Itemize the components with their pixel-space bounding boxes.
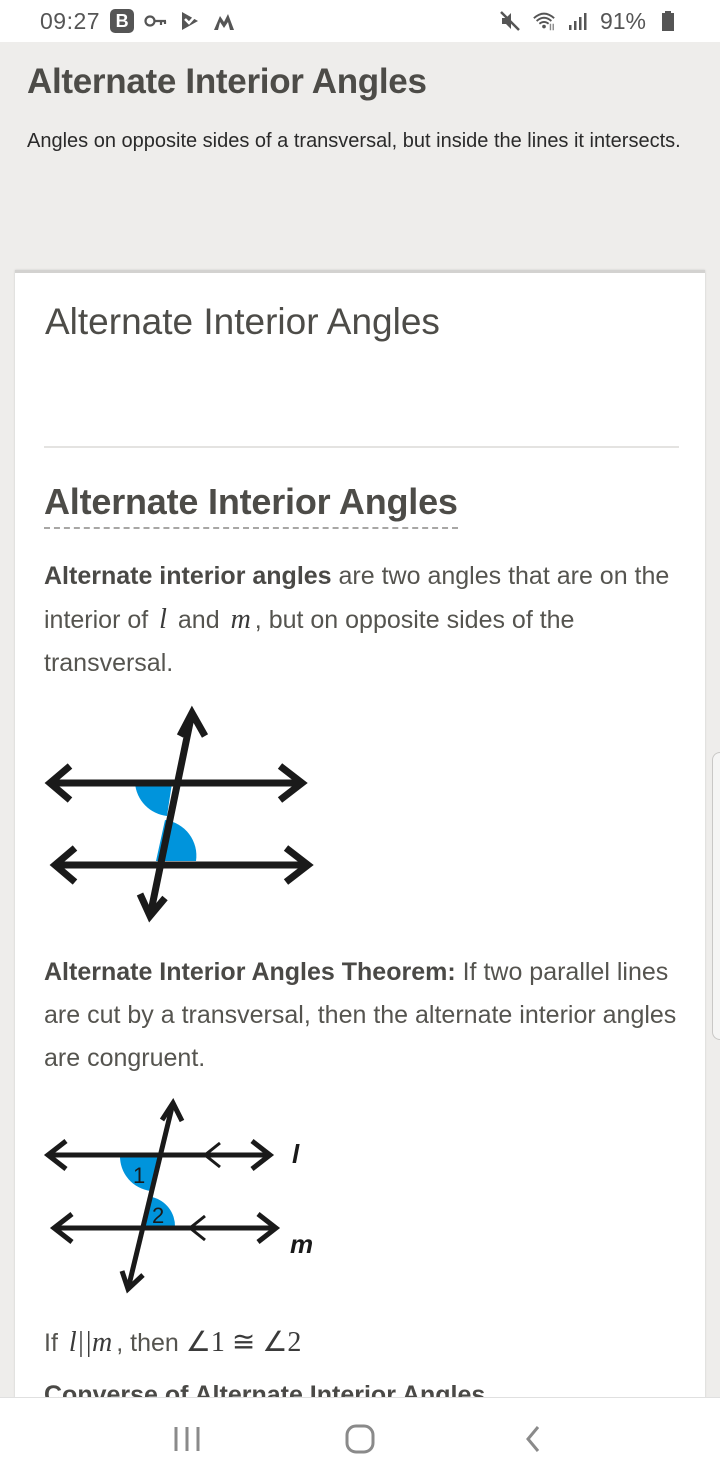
transversal-line <box>146 712 196 917</box>
card-divider <box>44 446 679 448</box>
content-card: Alternate Interior Angles Alternate Inte… <box>15 270 705 1410</box>
recent-apps-icon <box>174 1427 200 1451</box>
theorem-paragraph: Alternate Interior Angles Theorem: If tw… <box>44 951 684 1080</box>
edge-panel-handle[interactable] <box>712 752 720 1040</box>
mountain-icon <box>212 9 236 33</box>
transversal-line <box>125 1102 176 1290</box>
definition-text-b: and <box>170 606 227 634</box>
home-button[interactable] <box>330 1414 390 1464</box>
check-flag-icon <box>178 9 202 33</box>
battery-icon <box>656 9 680 33</box>
recent-apps-button[interactable] <box>157 1414 217 1464</box>
theorem-diagram: 1 2 l m <box>43 1097 313 1294</box>
statement-middle: , then <box>116 1329 186 1357</box>
statement-prefix: If <box>44 1329 65 1357</box>
line-l-label: l <box>292 1139 300 1169</box>
home-icon <box>345 1424 375 1454</box>
back-button[interactable] <box>503 1414 563 1464</box>
status-left: 09:27 B <box>40 8 236 35</box>
page-title: Alternate Interior Angles <box>27 62 427 101</box>
angle-1-label: 1 <box>133 1163 145 1188</box>
math-var-l: l <box>159 604 167 635</box>
math-var-m: m <box>230 604 251 635</box>
wifi-icon <box>532 9 556 33</box>
math-result: ∠1 ≅ ∠2 <box>185 1327 302 1358</box>
alternate-angles-diagram <box>44 705 314 923</box>
angle-top-fill <box>135 783 172 816</box>
statement-paragraph: If l||m, then ∠1 ≅ ∠2 <box>44 1321 684 1365</box>
navigation-bar <box>0 1397 720 1480</box>
status-time: 09:27 <box>40 7 101 34</box>
line-m-label: m <box>290 1229 313 1259</box>
key-icon <box>144 9 168 33</box>
status-bar: 09:27 B 91% <box>0 0 720 42</box>
definition-term: Alternate interior angles <box>44 562 332 590</box>
angle-2-label: 2 <box>152 1203 164 1228</box>
math-condition: l||m <box>68 1327 113 1358</box>
theorem-label: Alternate Interior Angles Theorem: <box>44 958 456 986</box>
mute-icon <box>498 9 522 33</box>
b-app-icon: B <box>110 9 135 33</box>
battery-percent: 91% <box>599 7 646 34</box>
section-heading[interactable]: Alternate Interior Angles <box>44 481 458 529</box>
signal-icon <box>566 9 590 33</box>
card-title: Alternate Interior Angles <box>45 301 440 342</box>
page-subtitle: Angles on opposite sides of a transversa… <box>27 130 681 152</box>
page-header: Alternate Interior Angles Angles on oppo… <box>0 42 720 270</box>
definition-paragraph: Alternate interior angles are two angles… <box>44 555 684 685</box>
back-icon <box>526 1426 540 1452</box>
status-right: 91% <box>498 8 680 35</box>
